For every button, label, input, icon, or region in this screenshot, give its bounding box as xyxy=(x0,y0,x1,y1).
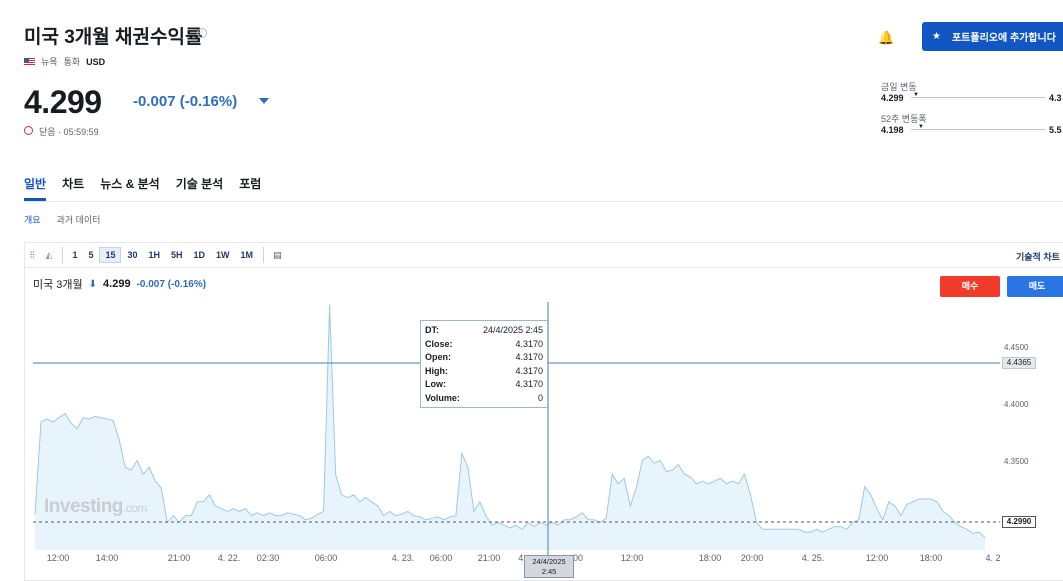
y-tick-label: 4.4500 xyxy=(1004,343,1029,352)
tooltip-close: 4.3170 xyxy=(515,338,543,349)
x-tick-label: 18:00 xyxy=(698,553,722,563)
x-tick-label: 06:00 xyxy=(314,553,338,563)
tooltip-low-label: Low: xyxy=(425,379,446,390)
tooltip-close-label: Close: xyxy=(425,338,453,349)
x-tick-label: 14:00 xyxy=(95,553,119,563)
tooltip-dt: 24/4/2025 2:45 xyxy=(482,325,543,335)
x-tick-label: 21:00 xyxy=(477,553,501,563)
investing-watermark: Investing.com xyxy=(44,496,147,518)
x-tick-label: 18:00 xyxy=(919,553,943,563)
watermark-suffix: .com xyxy=(122,501,148,515)
y-tick-label: 4.3500 xyxy=(1004,457,1029,466)
crosshair-x-time: 2:45 xyxy=(541,567,557,576)
tooltip-open: 4.3170 xyxy=(515,352,543,363)
watermark-brand: Investing xyxy=(44,496,123,517)
price-chart[interactable] xyxy=(0,0,1063,581)
crosshair-y-label: 4.4365 xyxy=(1002,357,1036,369)
x-tick-label: 00 xyxy=(572,553,584,563)
tooltip-high: 4.3170 xyxy=(515,365,543,376)
x-tick-label: 4. 22. xyxy=(217,553,241,563)
crosshair-x-label: 24/4/2025 2:45 xyxy=(524,555,574,578)
x-tick-label: 06:00 xyxy=(429,553,453,563)
tooltip-low: 4.3170 xyxy=(515,379,543,390)
x-tick-label: 20:00 xyxy=(740,553,764,563)
x-tick-label: 12:00 xyxy=(865,553,889,563)
crosshair-x-date: 24/4/2025 xyxy=(532,557,566,566)
x-tick-label: 12:00 xyxy=(46,553,70,563)
tooltip-volume-label: Volume: xyxy=(425,392,460,403)
x-tick-label: 12:00 xyxy=(620,553,644,563)
y-tick-label: 4.4000 xyxy=(1004,400,1029,409)
tooltip-open-label: Open: xyxy=(425,352,451,363)
x-tick-label: 4. 23. xyxy=(391,553,415,563)
tooltip-high-label: High: xyxy=(425,365,448,376)
tooltip-volume: 0 xyxy=(537,392,543,403)
chart-tooltip: DT: 24/4/2025 2:45 Close: 4.3170 Open: 4.31… xyxy=(420,320,548,408)
x-tick-label: 21:00 xyxy=(167,553,191,563)
x-tick-label: 4. 2 xyxy=(985,553,1001,563)
last-price-label: 4.2990 xyxy=(1002,516,1036,528)
x-tick-label: 02:30 xyxy=(256,553,280,563)
tooltip-dt-label: DT: xyxy=(425,325,439,335)
x-tick-label: 4. 25. xyxy=(801,553,825,563)
